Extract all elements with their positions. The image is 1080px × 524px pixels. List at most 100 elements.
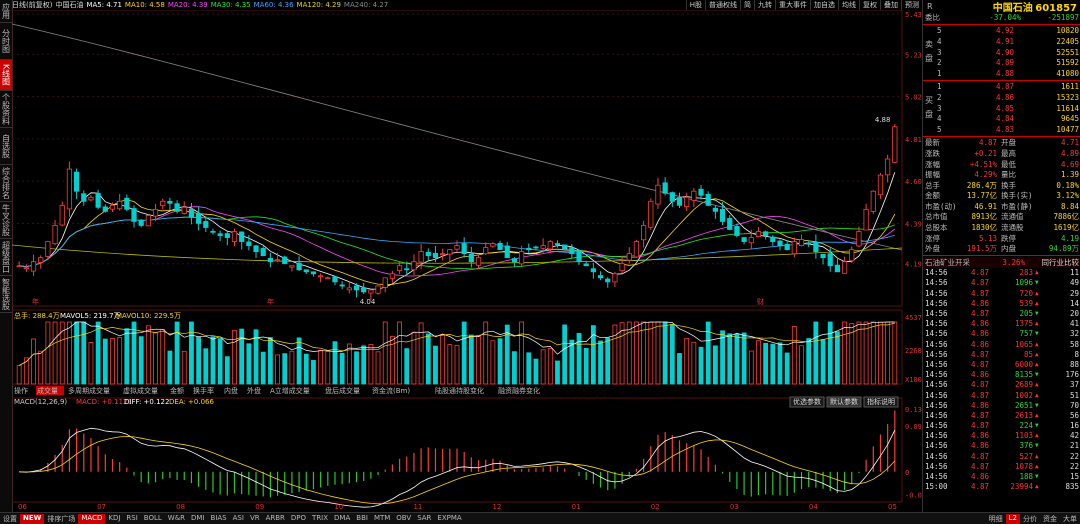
left-tab-5[interactable]: 综合排名 (0, 165, 12, 202)
indicator-tab[interactable]: MTM (371, 514, 393, 524)
quote-label: 振幅 (925, 170, 940, 180)
volume-subtab[interactable]: 多周期成交量 (68, 386, 110, 395)
volume-subtab[interactable]: 操作 (14, 386, 28, 395)
tick-time: 14:56 (925, 339, 948, 349)
orderbook-row[interactable]: 2 4.89 51592 (923, 57, 1080, 68)
detail-tab[interactable]: 资金 (1040, 514, 1060, 524)
orderbook-row[interactable]: 5 4.83 10477 (923, 124, 1080, 135)
toolbar-button[interactable]: 均线 (838, 0, 859, 10)
detail-tab[interactable]: 大单 (1060, 514, 1080, 524)
volume-bar (397, 321, 402, 385)
volume-bar (74, 321, 79, 385)
candle-body (38, 257, 44, 263)
toolbar-button[interactable]: 简 (740, 0, 754, 10)
chart-toolbar: H股 普通权线简九转 重大事件 加自选 均线 复权 叠加 预测 (685, 0, 922, 10)
left-tab-3[interactable]: 个股资料 (0, 91, 12, 128)
indicator-tab[interactable]: BIAS (208, 514, 230, 524)
indicator-tab[interactable]: TRIX (309, 514, 331, 524)
tick-list[interactable]: 14:56 4.87 283 ▲ 11 14:56 4.87 1096 ▼ 49 14:56 4.87… (923, 268, 1080, 492)
volume-bar (619, 322, 625, 385)
volume-subtab[interactable]: 融资融券变化 (498, 386, 540, 395)
volume-subtab[interactable]: 金额 (170, 386, 184, 395)
volume-subtab[interactable]: 内盘 (224, 386, 238, 395)
left-tab-2[interactable]: K线图 (0, 60, 12, 91)
left-tab-4[interactable]: 自选股 (0, 128, 12, 165)
indicator-tab[interactable]: DPO (288, 514, 309, 524)
volume-bar (404, 348, 410, 385)
left-tab-1[interactable]: 分时图 (0, 23, 12, 60)
orderbook-row[interactable]: 1 4.88 41080 (923, 68, 1080, 79)
tick-price: 4.87 (970, 482, 989, 492)
indicator-tab[interactable]: RSI (123, 514, 140, 524)
candle-body (547, 241, 553, 250)
left-tab-7[interactable]: 超级盘口 (0, 239, 12, 276)
indicator-tab[interactable]: SAR (414, 514, 434, 524)
orderbook-row[interactable]: 2 4.86 15323 (923, 92, 1080, 103)
macd-option-button[interactable]: 默认参数 (830, 397, 858, 406)
indicator-tab[interactable]: DMI (188, 514, 208, 524)
volume-subtab[interactable]: 资金流(Bm) (372, 386, 410, 395)
arrow-up-icon: ▲ (1035, 452, 1039, 460)
toolbar-button[interactable]: 叠加 (880, 0, 901, 10)
candle-body (117, 200, 123, 210)
indicator-tab[interactable]: W&R (165, 514, 188, 524)
detail-tab[interactable]: 分价 (1020, 514, 1040, 524)
volume-subtab[interactable]: 虚拟成交量 (123, 386, 158, 395)
indicator-tab[interactable]: DMA (331, 514, 353, 524)
toolbar-button[interactable]: 九转 (754, 0, 775, 10)
ma-legend-item: MA120: 4.29 (296, 1, 341, 9)
industry-row[interactable]: 石油矿业开采 3.26% 同行业比较 (923, 257, 1080, 268)
orderbook-row[interactable]: 3 4.85 11614 (923, 103, 1080, 114)
indicator-tab[interactable]: 设置 (0, 514, 20, 524)
candle-body (447, 249, 453, 255)
toolbar-button[interactable]: 预测 (901, 0, 922, 10)
volume-subtab[interactable]: 盘后成交量 (325, 386, 360, 395)
orderbook-row[interactable]: 1 4.87 1611 (923, 82, 1080, 93)
orderbook-side-label: 卖盘 (925, 39, 933, 63)
toolbar-button[interactable]: H股 (685, 0, 705, 10)
volume-subtab[interactable]: 成交量 (37, 386, 58, 395)
left-tab-6[interactable]: 牛叉诊股 (0, 202, 12, 239)
tick-price: 4.87 (970, 451, 989, 461)
kline-chart[interactable]: 5.43 5.23 5.02 4.81 4.60 4.39 4.19 4.88 4.04 年 年 财… (12, 10, 922, 510)
toolbar-button[interactable]: 复权 (859, 0, 880, 10)
industry-compare-link[interactable]: 同行业比较 (1025, 257, 1080, 268)
macd-axis-label: 0 (905, 469, 909, 477)
indicator-tab[interactable]: VR (247, 514, 263, 524)
left-tab-0[interactable]: 应用 (0, 0, 12, 23)
indicator-tab[interactable]: BOLL (141, 514, 165, 524)
toolbar-button[interactable]: 普通权线 (705, 0, 740, 10)
macd-axis-label: 0.134 (905, 406, 922, 414)
indicator-tab[interactable]: KDJ (105, 514, 123, 524)
indicator-tab[interactable]: MACD (78, 513, 106, 524)
detail-tab[interactable]: 明细 (986, 514, 1006, 524)
macd-option-button[interactable]: 优选参数 (793, 397, 821, 406)
indicator-tab[interactable]: OBV (393, 514, 414, 524)
quote-row: 金额 13.77亿 换手(实) 3.12% (923, 191, 1080, 202)
left-tab-8[interactable]: 智能选股 (0, 276, 12, 313)
macd-option-button[interactable]: 指标说明 (867, 397, 895, 406)
toolbar-button[interactable]: 加自选 (810, 0, 838, 10)
indicator-tab[interactable]: BBI (353, 514, 371, 524)
quote-value: +0.21 (974, 148, 997, 158)
volume-subtab[interactable]: 外盘 (247, 386, 261, 395)
orderbook-row[interactable]: 3 4.90 52551 (923, 47, 1080, 58)
indicator-tab[interactable]: EXPMA (434, 514, 464, 524)
volume-subtab[interactable]: 陆股通持股变化 (435, 386, 484, 395)
toolbar-button[interactable]: 重大事件 (775, 0, 810, 10)
volume-subtab[interactable]: A立增成交量 (270, 386, 310, 395)
candle-body (196, 213, 202, 224)
detail-tab[interactable]: L2 (1005, 513, 1020, 524)
indicator-tab[interactable]: 排序广场 (44, 514, 78, 524)
period-label[interactable]: 日线(前复权) (12, 0, 55, 10)
candle-body (576, 250, 582, 263)
orderbook-row[interactable]: 5 4.92 10820 (923, 26, 1080, 37)
indicator-tab[interactable]: ARBR (263, 514, 288, 524)
candle-body (684, 196, 690, 208)
indicator-tab[interactable]: ASI (230, 514, 247, 524)
orderbook-row[interactable]: 4 4.84 9645 (923, 113, 1080, 124)
orderbook-row[interactable]: 4 4.91 22405 (923, 36, 1080, 47)
tick-volume: 1096 (1014, 278, 1033, 288)
volume-subtab[interactable]: 换手率 (193, 386, 214, 395)
indicator-tab[interactable]: NEW (20, 513, 45, 524)
